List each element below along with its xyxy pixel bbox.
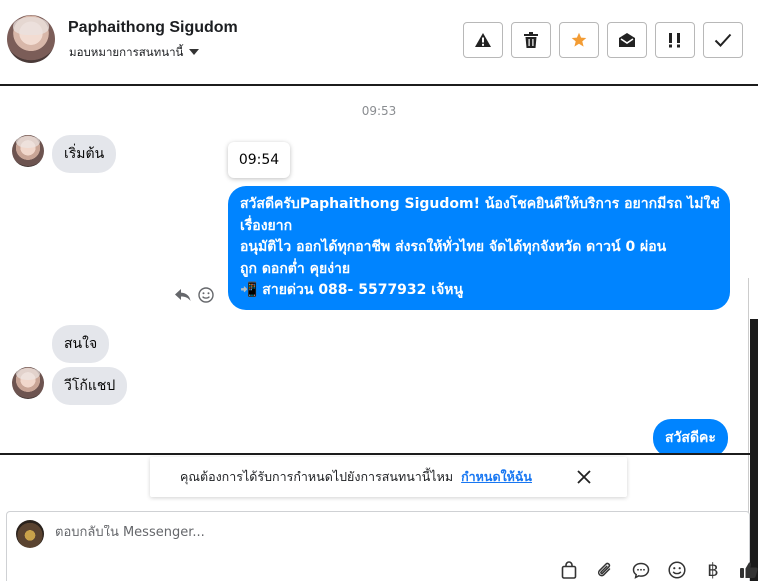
react-emoji-icon[interactable] bbox=[198, 287, 214, 303]
trash-icon bbox=[524, 32, 538, 48]
saved-replies-button[interactable] bbox=[623, 558, 659, 581]
message-line: 📲 สายด่วน 088- 5577932 เจ้หนู bbox=[240, 282, 464, 298]
assign-label: มอบหมายการสนทนานี้ bbox=[69, 45, 184, 59]
contact-name[interactable]: Paphaithong Sigudom bbox=[68, 19, 238, 37]
payment-button[interactable]: ฿ bbox=[695, 558, 731, 581]
assign-suggestion-bar: คุณต้องการได้รับการกำหนดไปยังการสนทนานี้… bbox=[150, 457, 627, 497]
assign-to-me-link[interactable]: กำหนดให้ฉัน bbox=[461, 467, 532, 487]
incoming-message[interactable]: เริ่มต้น bbox=[52, 135, 117, 173]
assign-suggestion-text: คุณต้องการได้รับการกำหนดไปยังการสนทนานี้… bbox=[180, 469, 454, 484]
delete-button[interactable] bbox=[511, 22, 551, 58]
shopping-bag-icon bbox=[561, 561, 577, 579]
contact-avatar-small bbox=[12, 135, 44, 167]
composer-divider bbox=[0, 453, 750, 455]
attachment-icon bbox=[597, 562, 611, 577]
page-avatar bbox=[16, 520, 44, 548]
message-line: อนุมัติไว ออกได้ทุกอาชีพ ส่งรถให้ทั่วไทย… bbox=[240, 239, 667, 255]
reply-input[interactable] bbox=[55, 525, 655, 540]
conversation-header: Paphaithong Sigudom มอบหมายการสนทนานี้ bbox=[0, 0, 758, 86]
side-panel-scrollbar[interactable] bbox=[750, 319, 758, 581]
message-line: ถูก ดอกต่ำ คุยง่าย bbox=[240, 260, 351, 277]
emoji-button[interactable] bbox=[659, 558, 695, 581]
baht-icon: ฿ bbox=[707, 559, 719, 581]
star-icon bbox=[571, 32, 587, 47]
time-separator: 09:53 bbox=[361, 104, 397, 118]
mark-unread-button[interactable] bbox=[607, 22, 647, 58]
timestamp-tooltip: 09:54 bbox=[228, 142, 290, 178]
composer-toolbar: ฿ bbox=[551, 558, 758, 581]
close-icon[interactable] bbox=[575, 468, 593, 486]
mark-unread-icon bbox=[619, 33, 635, 47]
like-button[interactable] bbox=[731, 558, 758, 581]
message-line: สวัสดีครับPaphaithong Sigudom! น้องโชคยิ… bbox=[240, 196, 720, 212]
contact-avatar[interactable] bbox=[7, 15, 55, 63]
message-thread[interactable]: 09:53 เริ่มต้น 09:54 สวัสดีครับPaphaitho… bbox=[0, 88, 758, 453]
follow-up-button[interactable] bbox=[655, 22, 695, 58]
assign-dropdown[interactable]: มอบหมายการสนทนานี้ bbox=[69, 44, 200, 62]
attach-button[interactable] bbox=[587, 558, 623, 581]
important-icon bbox=[669, 33, 680, 48]
mark-done-button[interactable] bbox=[703, 22, 743, 58]
outgoing-message[interactable]: สวัสดีคะ bbox=[653, 419, 728, 453]
caret-down-icon bbox=[189, 49, 200, 55]
thumbs-up-icon bbox=[740, 562, 758, 578]
alert-icon bbox=[475, 33, 491, 47]
message-composer: ฿ bbox=[6, 511, 758, 581]
contact-avatar-small bbox=[12, 367, 44, 399]
outgoing-message[interactable]: สวัสดีครับPaphaithong Sigudom! น้องโชคยิ… bbox=[228, 186, 730, 310]
incoming-message[interactable]: สนใจ bbox=[52, 325, 110, 363]
reply-icon[interactable] bbox=[174, 288, 192, 302]
message-line: เรื่องยาก bbox=[240, 217, 293, 234]
shop-button[interactable] bbox=[551, 558, 587, 581]
emoji-icon bbox=[668, 561, 686, 579]
message-actions bbox=[174, 287, 214, 303]
incoming-message[interactable]: วีโก้แชป bbox=[52, 367, 128, 405]
saved-reply-icon bbox=[632, 562, 650, 579]
star-button[interactable] bbox=[559, 22, 599, 58]
report-button[interactable] bbox=[463, 22, 503, 58]
check-icon bbox=[714, 33, 732, 47]
